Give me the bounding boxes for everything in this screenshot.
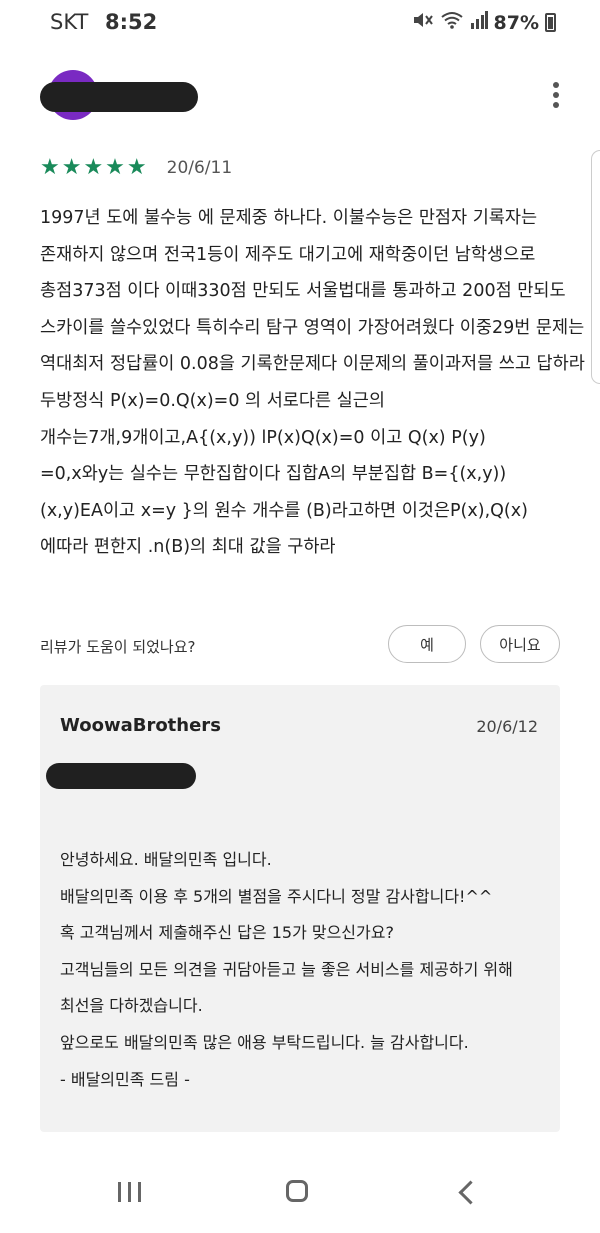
review-line: 존재하지 않으며 전국1등이 제주도 대기고에 재학중이던 남학생으로 [40, 244, 536, 265]
review-line: (x,y)EA이고 x=y }의 원수 개수를 (B)라고하면 이것은P(x),… [40, 500, 528, 521]
review-line: 스카이를 쓸수있었다 특히수리 탐구 영역이 가장어려웠다 이중29번 문제는 [40, 317, 585, 338]
system-nav-bar [0, 1160, 600, 1230]
rating-row: ★★★★★ 20/6/11 [40, 155, 232, 180]
reply-line: 최선을 다하겠습니다. [60, 996, 203, 1016]
review-line: 1997년 도에 불수능 에 문제중 하나다. 이불수능은 만점자 기록자는 [40, 208, 538, 228]
reply-line: 안녕하세요. 배달의민족 입니다. [60, 850, 272, 869]
helpful-no-button[interactable]: 아니요 [480, 625, 560, 663]
reviewer-name-redacted [40, 82, 198, 112]
wifi-icon [440, 11, 464, 34]
status-bar: SKT 8:52 87% [0, 0, 600, 48]
review-line: =0,x와y는 실수는 무한집합이다 집합A의 부분집합 B={(x,y)) [40, 464, 507, 485]
reply-date: 20/6/12 [476, 717, 538, 736]
developer-reply-card: WoowaBrothers 20/6/12 안녕하세요. 배달의민족 입니다. … [40, 685, 560, 1132]
more-options-icon[interactable] [552, 82, 560, 112]
review-date: 20/6/11 [166, 157, 233, 178]
mute-icon [412, 11, 434, 34]
status-right: 87% [412, 11, 556, 34]
reply-line: 배달의민족 이용 후 5개의 별점을 주시다니 정말 감사합니다!^^ [60, 886, 493, 906]
battery-icon [545, 13, 556, 32]
review-line: 개수는7개,9개이고,A{(x,y)) lP(x)Q(x)=0 이고 Q(x) … [40, 427, 486, 448]
reviewer-header [40, 70, 560, 126]
battery-percent: 87% [493, 11, 539, 34]
home-icon[interactable] [278, 1172, 318, 1212]
clock: 8:52 [105, 10, 158, 34]
back-icon[interactable] [448, 1172, 488, 1212]
status-left: SKT 8:52 [50, 10, 157, 34]
review-text: 1997년 도에 불수능 에 문제중 하나다. 이불수능은 만점자 기록자는 존… [40, 200, 585, 566]
reply-line: 고객님들의 모든 의견을 귀담아듣고 늘 좋은 서비스를 제공하기 위해 [60, 959, 513, 979]
review-line: 에따라 편한지 .n(B)의 최대 값을 구하라 [40, 537, 336, 558]
carrier-label: SKT [50, 10, 89, 34]
reply-line: 앞으로도 배달의민족 많은 애용 부탁드립니다. 늘 감사합니다. [60, 1032, 469, 1052]
recents-icon[interactable] [110, 1172, 150, 1212]
reply-line: 혹 고객님께서 제출해주신 답은 15가 맞으신가요? [60, 923, 394, 943]
helpful-yes-button[interactable]: 예 [388, 625, 466, 663]
reply-line: - 배달의민족 드림 - [60, 1069, 190, 1089]
reply-redacted-text [46, 763, 196, 789]
reply-text: 안녕하세요. 배달의민족 입니다. 배달의민족 이용 후 5개의 별점을 주시다… [60, 842, 550, 1098]
star-rating: ★★★★★ [40, 155, 149, 180]
review-line: 총점373점 이다 이때330점 만되도 서울법대를 통과하고 200점 만되도 [40, 281, 566, 302]
review-line: 역대최저 정답률이 0.08을 기록한문제다 이문제의 풀이과저믈 쓰고 답하라 [40, 354, 585, 375]
scroll-indicator[interactable] [591, 150, 600, 384]
review-line: 두방정식 P(x)=0.Q(x)=0 의 서로다른 실근의 [40, 390, 385, 411]
developer-name: WoowaBrothers [60, 715, 221, 736]
signal-icon [470, 11, 488, 34]
helpful-row: 리뷰가 도움이 되었나요? 예 아니요 [40, 625, 560, 665]
helpful-question: 리뷰가 도움이 되었나요? [40, 638, 196, 656]
